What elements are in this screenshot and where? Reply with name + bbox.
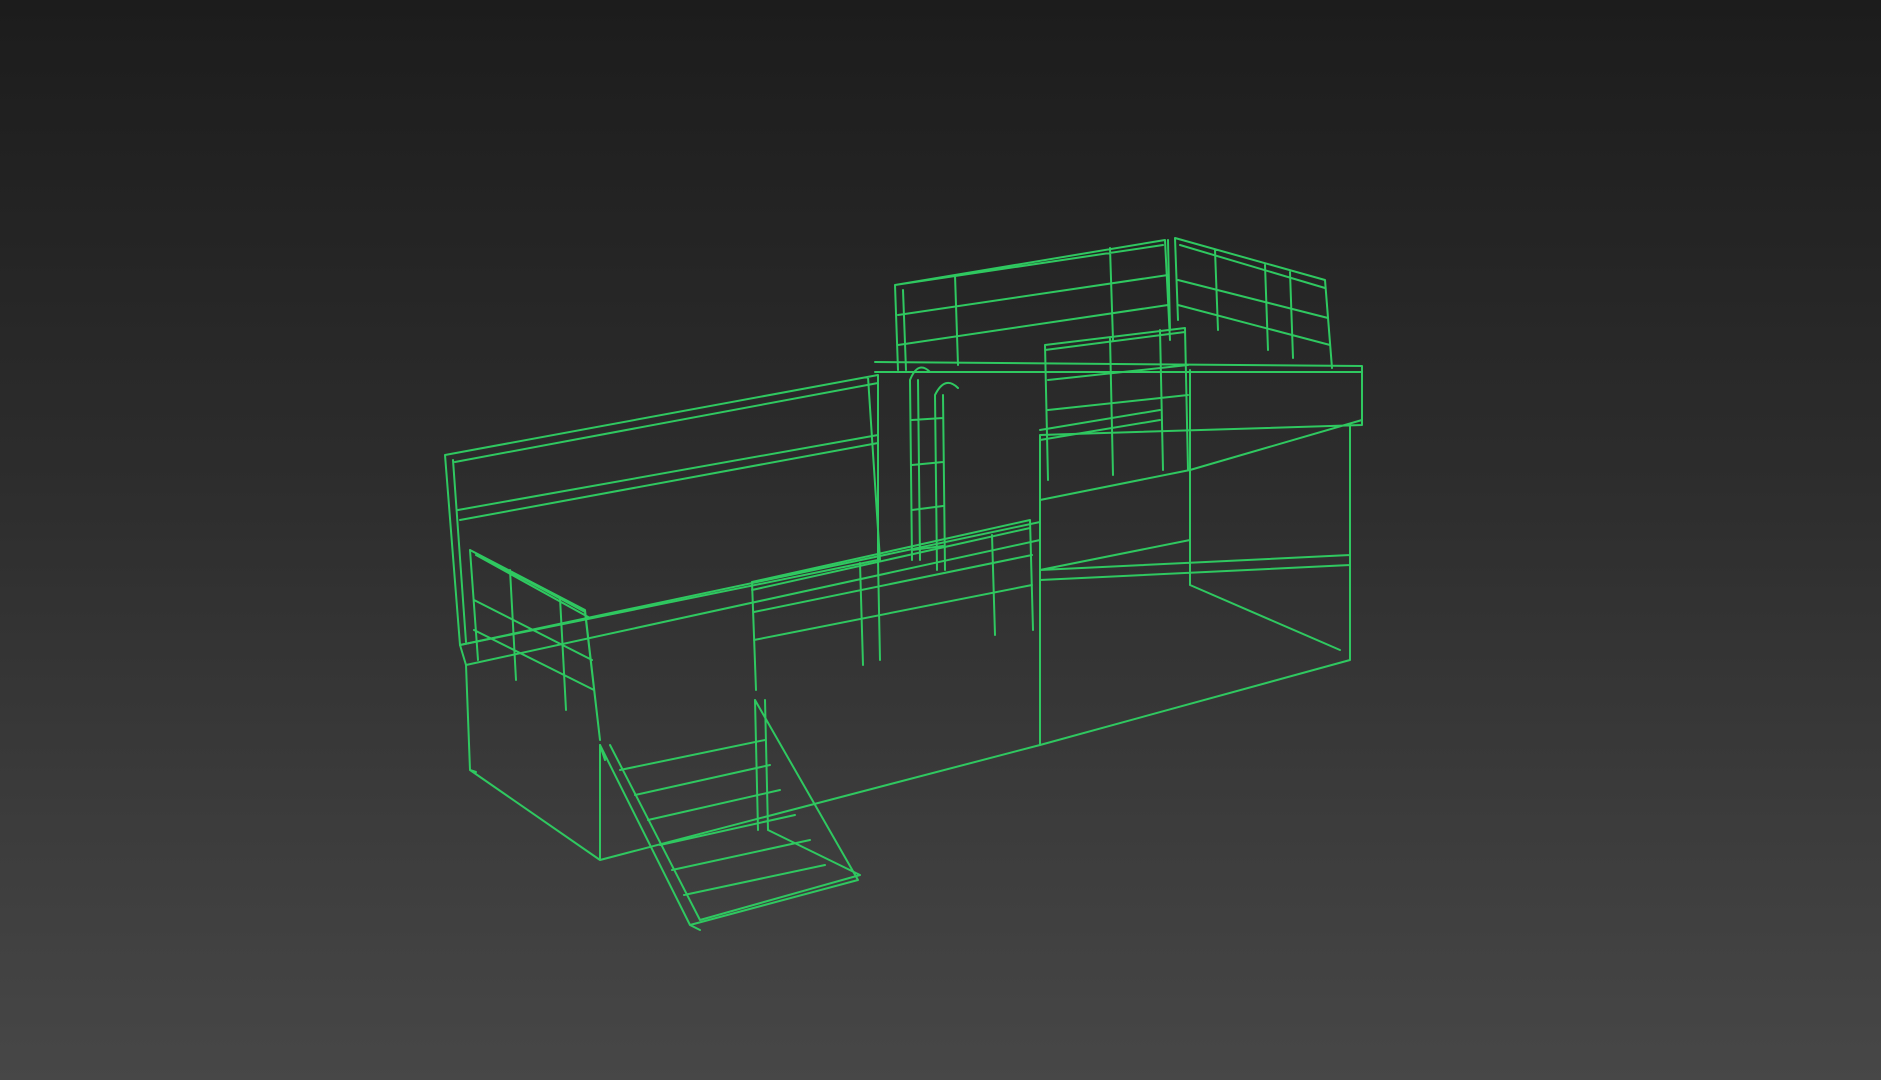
upper-side-rail: [1174, 237, 1333, 369]
upper-deck-box: [874, 361, 1363, 746]
ladder: [909, 366, 959, 571]
lower-side-rail: [469, 549, 601, 741]
stairs: [599, 699, 861, 931]
upper-deck-front-rail: [1039, 327, 1189, 481]
3d-viewport[interactable]: [0, 0, 1881, 1080]
upper-back-rail: [894, 239, 1171, 371]
lower-front-rail: [751, 519, 1034, 691]
wireframe-model[interactable]: [0, 0, 1881, 1080]
lower-bed-base-box: [459, 521, 1041, 861]
lower-bed-back-panel: [444, 374, 881, 646]
